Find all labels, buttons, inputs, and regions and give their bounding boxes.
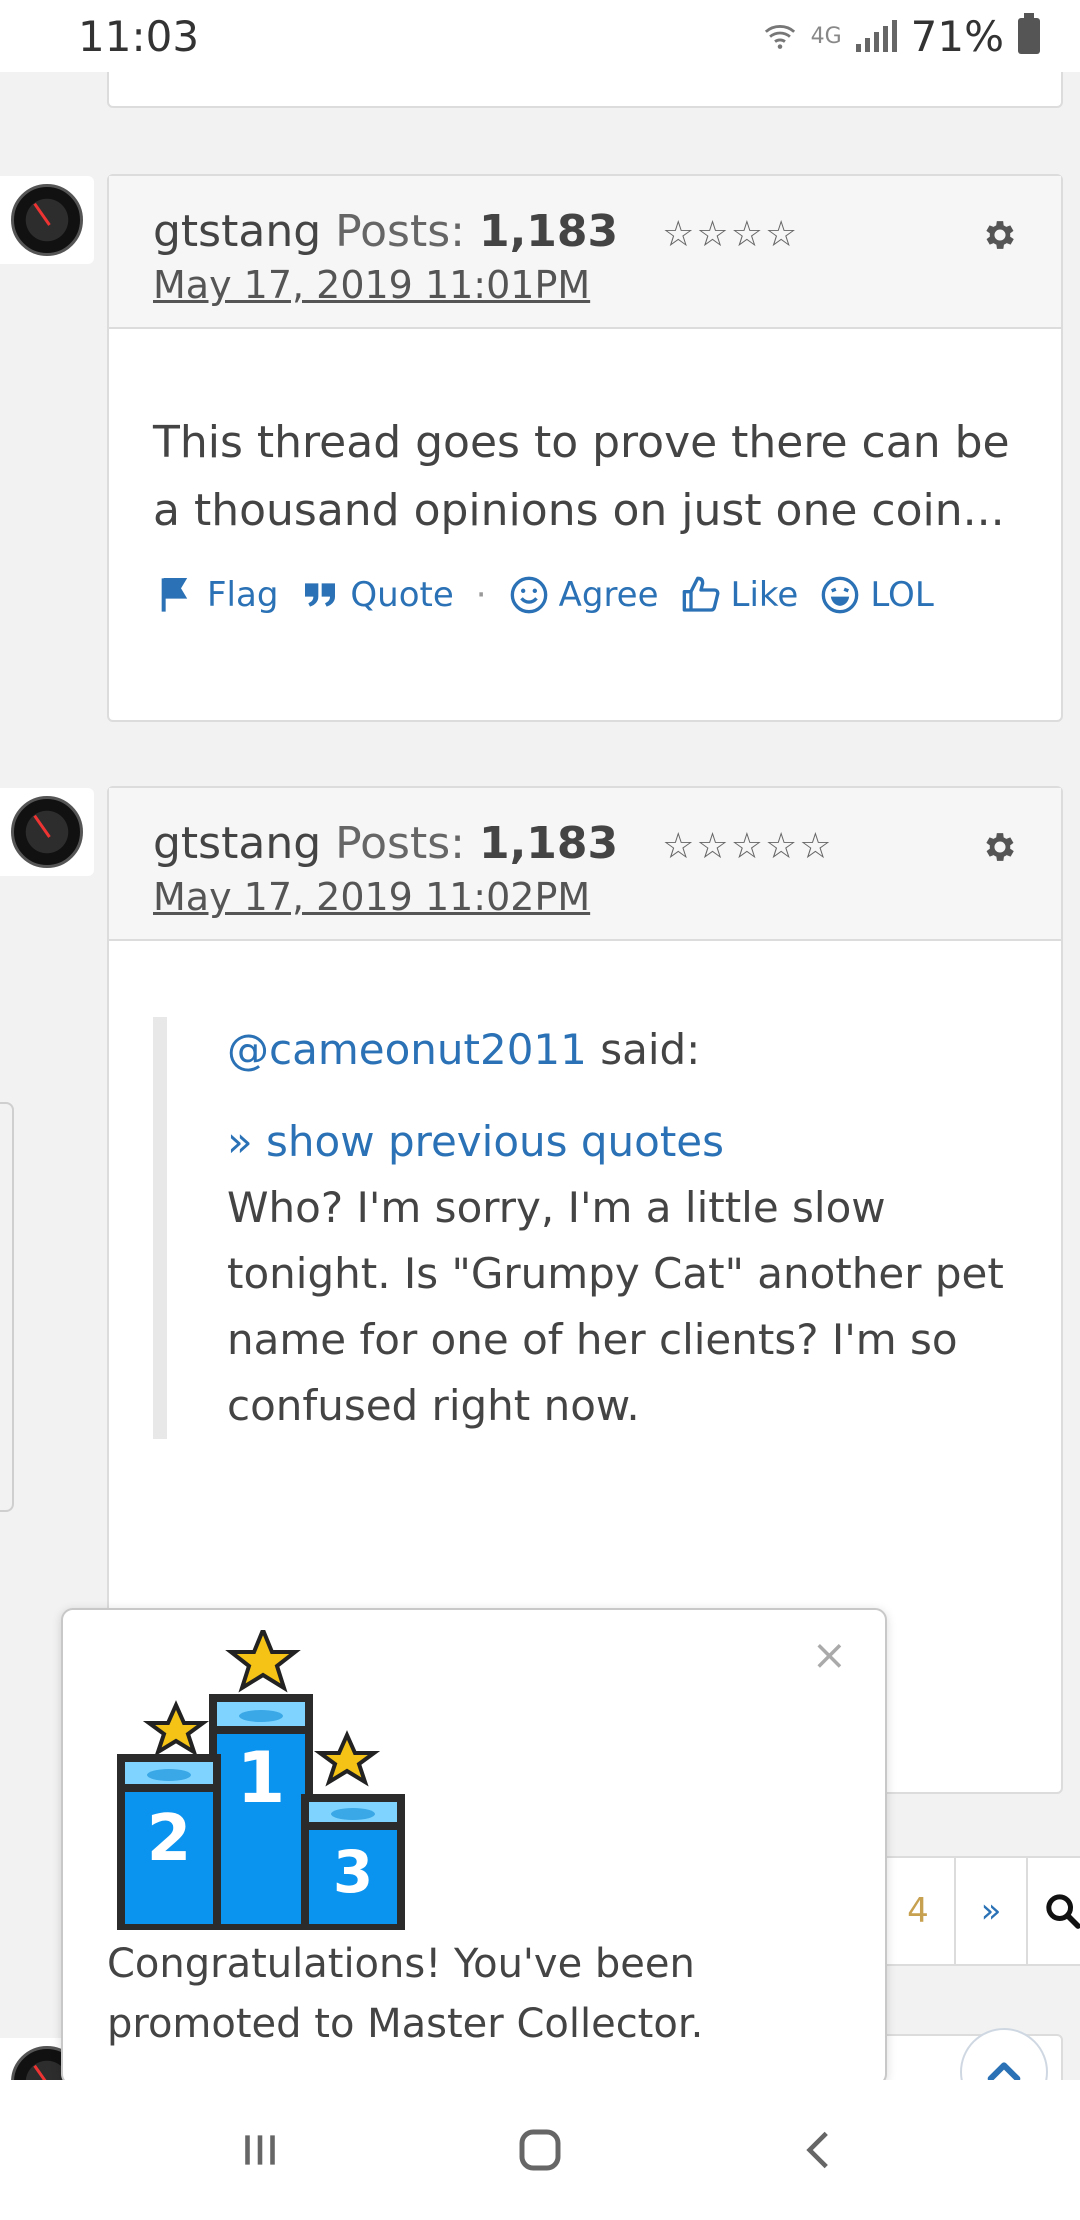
like-button[interactable]: Like <box>681 575 799 615</box>
back-icon <box>806 2131 828 2169</box>
lol-label: LOL <box>870 575 934 615</box>
home-icon <box>519 2129 561 2171</box>
avatar-image <box>11 796 83 868</box>
wifi-icon <box>764 25 795 49</box>
mention-link[interactable]: @cameonut2011 <box>227 1025 587 1074</box>
said-label: said: <box>586 1025 701 1074</box>
thumbs-up-icon <box>682 576 719 612</box>
quote-button[interactable]: Quote <box>300 575 454 615</box>
author-line: gtstang Posts: 1,183 ☆☆☆☆☆ <box>153 818 1017 869</box>
flag-button[interactable]: Flag <box>157 575 278 615</box>
rank-stars: ☆☆☆☆ <box>662 214 800 255</box>
posts-label: Posts: <box>335 206 465 257</box>
status-bar: 11:03 4G 71% <box>0 0 1080 72</box>
agree-button[interactable]: Agree <box>509 575 659 615</box>
quote-attribution: @cameonut2011 said: <box>227 1017 1017 1083</box>
battery-percent: 71% <box>910 11 1004 61</box>
promotion-toast: × 1 2 3 Congratulations! You've been pro… <box>61 1608 887 2080</box>
search-icon <box>1046 1894 1080 1929</box>
close-button[interactable]: × <box>812 1630 847 1679</box>
next-page-link[interactable]: » <box>954 1858 1026 1964</box>
page-link[interactable]: 4 <box>882 1858 954 1964</box>
side-drawer-handle[interactable] <box>0 1102 14 1512</box>
action-separator: · <box>475 575 487 615</box>
quote-icon <box>305 583 336 607</box>
author-name[interactable]: gtstang <box>153 818 321 869</box>
quote-text: Who? I'm sorry, I'm a little slow tonigh… <box>227 1183 1004 1430</box>
network-type: 4G <box>810 23 842 49</box>
flag-label: Flag <box>207 575 279 615</box>
avatar-image <box>11 184 83 256</box>
thread-content: gtstang Posts: 1,183 ☆☆☆☆ May 17, 2019 1… <box>0 72 1080 2080</box>
post-body: This thread goes to prove there can be a… <box>153 417 1010 536</box>
recent-apps-button[interactable] <box>220 2110 300 2190</box>
posts-count: 1,183 <box>478 206 619 257</box>
status-icons: 4G 71% <box>763 12 1040 61</box>
agree-label: Agree <box>558 575 659 615</box>
svg-text:3: 3 <box>333 1838 373 1906</box>
home-button[interactable] <box>500 2110 580 2190</box>
post-actions: Flag Quote · Agree Like LOL <box>109 575 1061 657</box>
smile-icon <box>510 576 547 614</box>
pagination: 4 » <box>880 1856 1080 1966</box>
flag-icon <box>161 578 188 612</box>
recent-apps-icon <box>245 2135 275 2165</box>
author-name[interactable]: gtstang <box>153 206 321 257</box>
lol-button[interactable]: LOL <box>820 575 934 615</box>
svg-text:1: 1 <box>237 1737 286 1819</box>
chevron-up-icon <box>987 2062 1021 2080</box>
search-button[interactable] <box>1026 1858 1080 1964</box>
posts-count: 1,183 <box>478 818 619 869</box>
previous-post-card <box>107 72 1063 108</box>
post-card: gtstang Posts: 1,183 ☆☆☆☆ May 17, 2019 1… <box>107 174 1063 722</box>
post-header: gtstang Posts: 1,183 ☆☆☆☆☆ May 17, 2019 … <box>109 788 1061 941</box>
battery-icon <box>1018 13 1040 54</box>
svg-text:2: 2 <box>147 1802 192 1876</box>
toast-message: Congratulations! You've been promoted to… <box>107 1941 704 2047</box>
post-header: gtstang Posts: 1,183 ☆☆☆☆ May 17, 2019 1… <box>109 176 1061 329</box>
gear-icon[interactable] <box>981 216 1019 254</box>
post-date-link[interactable]: May 17, 2019 11:01PM <box>153 263 590 307</box>
signal-icon <box>855 20 897 52</box>
rank-stars: ☆☆☆☆☆ <box>662 826 834 867</box>
posts-label: Posts: <box>335 818 465 869</box>
like-label: Like <box>730 575 799 615</box>
back-button[interactable] <box>780 2110 860 2190</box>
status-time: 11:03 <box>78 11 200 61</box>
gear-icon[interactable] <box>981 828 1019 866</box>
quote-label: Quote <box>350 575 454 615</box>
show-previous-quotes-link[interactable]: » show previous quotes <box>227 1109 1017 1175</box>
post-date-link[interactable]: May 17, 2019 11:02PM <box>153 875 590 919</box>
podium-icon: 1 2 3 <box>117 1630 405 1930</box>
quote-block: @cameonut2011 said: » show previous quot… <box>153 1017 1017 1439</box>
author-line: gtstang Posts: 1,183 ☆☆☆☆ <box>153 206 1017 257</box>
avatar[interactable] <box>0 788 94 876</box>
avatar[interactable] <box>0 176 94 264</box>
laugh-icon <box>821 576 859 614</box>
system-nav-bar <box>0 2080 1080 2220</box>
